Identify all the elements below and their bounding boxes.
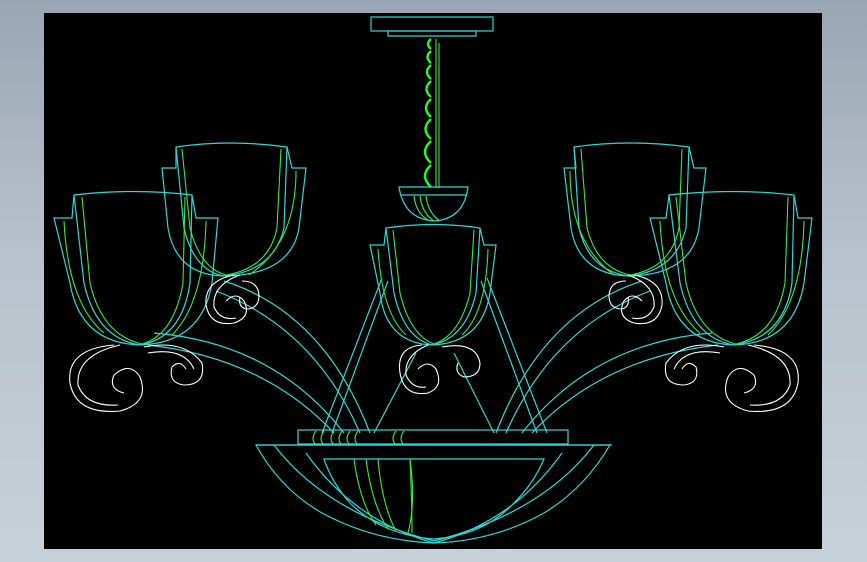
scroll-centre	[398, 344, 481, 395]
scroll-front-right	[664, 344, 799, 412]
scroll-front-left	[69, 344, 204, 412]
main-bowl	[254, 429, 612, 544]
bead-chain	[423, 38, 440, 188]
ceiling-canopy	[370, 16, 494, 37]
scroll-back-right	[608, 274, 663, 325]
centre-cup	[398, 186, 469, 222]
cup-centre	[369, 223, 497, 346]
cup-back-right	[563, 142, 707, 277]
support-rods	[321, 277, 548, 434]
chandelier-arms	[147, 280, 719, 434]
scroll-back-left	[205, 274, 260, 325]
cad-viewport[interactable]	[44, 13, 822, 549]
chandelier-drawing	[53, 16, 813, 544]
cup-front-right	[649, 190, 813, 346]
